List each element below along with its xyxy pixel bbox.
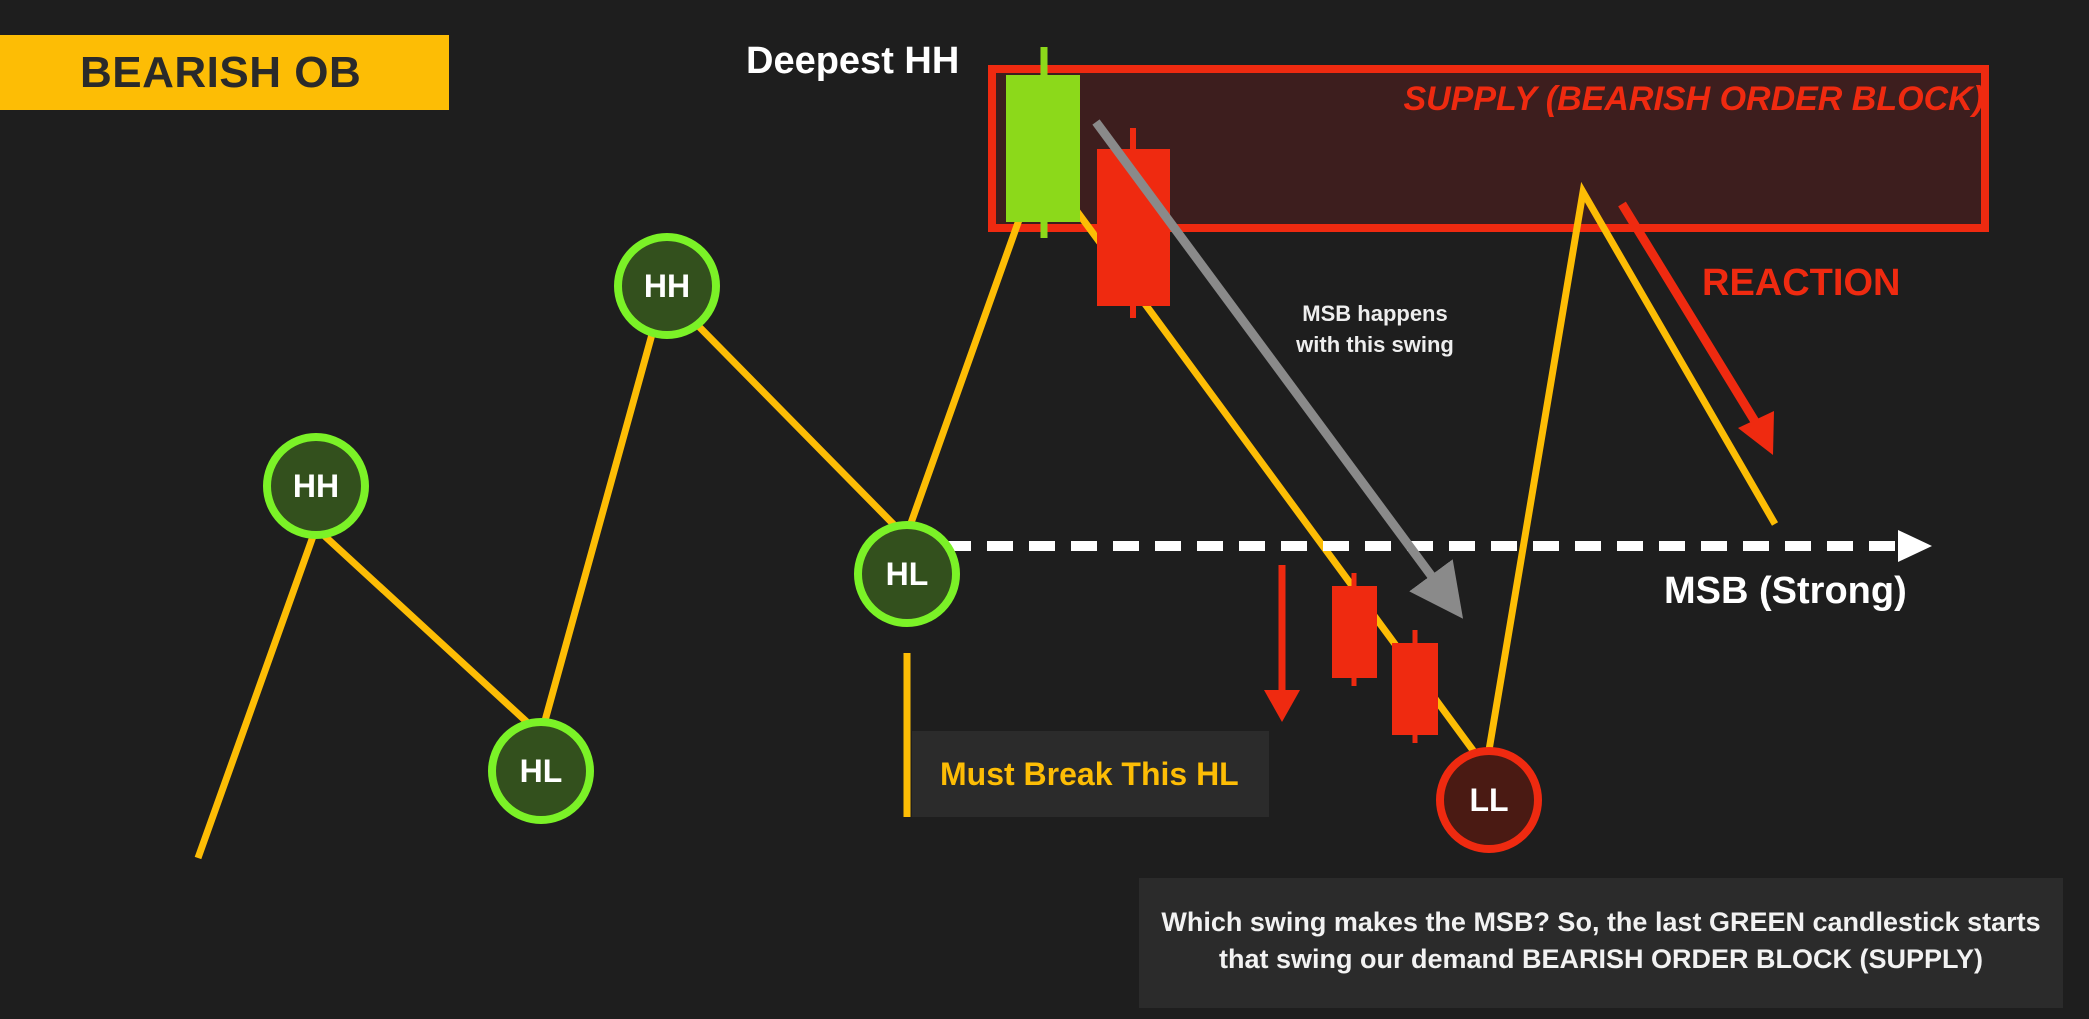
- node-label: HH: [643, 268, 691, 304]
- page-title: BEARISH OB: [80, 48, 362, 97]
- node-label: LL: [1469, 782, 1509, 818]
- must-break-callout: Must Break This HL: [912, 731, 1269, 817]
- red-candle-3-body: [1392, 643, 1438, 735]
- node-label: HL: [519, 753, 563, 789]
- bearish-ob-diagram: HH HL HH HL LL BEARISH OB Deepest HH SUP…: [0, 0, 2089, 1019]
- footer-note-box: Which swing makes the MSB? So, the last …: [1139, 878, 2063, 1008]
- node-hl-2: HL: [854, 521, 960, 627]
- reaction-label: REACTION: [1702, 262, 1901, 304]
- msb-arrowhead-icon: [1898, 530, 1932, 562]
- node-label: HH: [292, 468, 340, 504]
- msb-strong-label: MSB (Strong): [1664, 570, 1907, 612]
- reaction-arrow-shaft: [1618, 201, 1763, 431]
- green-candle-body: [1006, 75, 1080, 222]
- node-hh-1: HH: [263, 433, 369, 539]
- supply-zone-label: SUPPLY (BEARISH ORDER BLOCK): [1403, 80, 1984, 118]
- title-badge: BEARISH OB: [0, 35, 449, 110]
- node-hl-1: HL: [488, 718, 594, 824]
- node-label: HL: [885, 556, 929, 592]
- must-break-label: Must Break This HL: [940, 756, 1239, 792]
- node-ll-1: LL: [1436, 747, 1542, 853]
- deepest-hh-label: Deepest HH: [746, 40, 960, 82]
- footer-note-text: Which swing makes the MSB? So, the last …: [1161, 907, 2041, 974]
- red-candle-2-body: [1332, 586, 1377, 678]
- msb-note-label: MSB happens with this swing: [1296, 301, 1454, 357]
- node-hh-2: HH: [614, 233, 720, 339]
- break-arrow-icon: [1264, 690, 1300, 722]
